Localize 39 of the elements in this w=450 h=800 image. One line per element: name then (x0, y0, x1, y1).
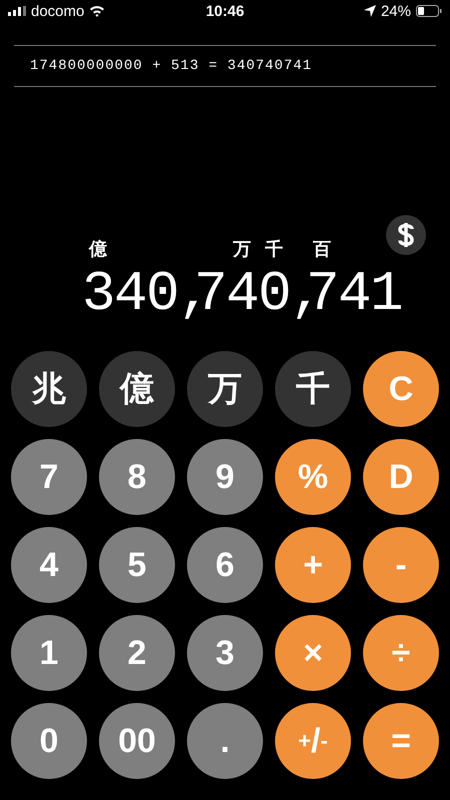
unit-label: 万 (233, 239, 251, 259)
calculator-key[interactable]: 5 (99, 527, 175, 603)
calculator-key[interactable]: = (363, 703, 439, 779)
calculator-key[interactable]: D (363, 439, 439, 515)
calculator-key[interactable]: 4 (11, 527, 87, 603)
calculator-key[interactable]: ÷ (363, 615, 439, 691)
calculator-key[interactable]: 8 (99, 439, 175, 515)
history-expression: 174800000000 + 513 = 340740741 (29, 58, 312, 74)
calculator-key[interactable]: . (187, 703, 263, 779)
calculator-key[interactable]: 兆 (11, 351, 87, 427)
calculator-key[interactable]: % (275, 439, 351, 515)
calculator-key[interactable]: 00 (99, 703, 175, 779)
battery-icon (416, 5, 442, 17)
calculator-key[interactable]: 0 (11, 703, 87, 779)
currency-button[interactable] (386, 215, 426, 255)
signal-icon (8, 6, 26, 16)
unit-label: 千 (265, 239, 283, 259)
location-arrow-icon (364, 5, 376, 17)
calculator-key[interactable]: + (275, 527, 351, 603)
calculator-key[interactable]: 億 (99, 351, 175, 427)
calculator-key[interactable]: 9 (187, 439, 263, 515)
calculator-key[interactable]: 1 (11, 615, 87, 691)
calculator-key[interactable]: - (363, 527, 439, 603)
unit-label: 百 (313, 239, 331, 259)
calculator-key[interactable]: 7 (11, 439, 87, 515)
dollar-icon (397, 221, 415, 249)
calculator-key[interactable]: 千 (275, 351, 351, 427)
carrier-name: docomo (31, 2, 84, 20)
calculator-key[interactable]: 2 (99, 615, 175, 691)
calculator-key[interactable]: × (275, 615, 351, 691)
result-display: 340,740,741 (82, 261, 402, 328)
calculator-key[interactable]: 6 (187, 527, 263, 603)
calculator-key[interactable]: C (363, 351, 439, 427)
unit-label: 億 (89, 239, 107, 259)
status-time: 10:46 (206, 2, 244, 20)
battery-percent: 24% (380, 2, 411, 20)
wifi-icon (89, 5, 106, 17)
calculator-key[interactable]: 3 (187, 615, 263, 691)
calculator-key[interactable]: 万 (187, 351, 263, 427)
